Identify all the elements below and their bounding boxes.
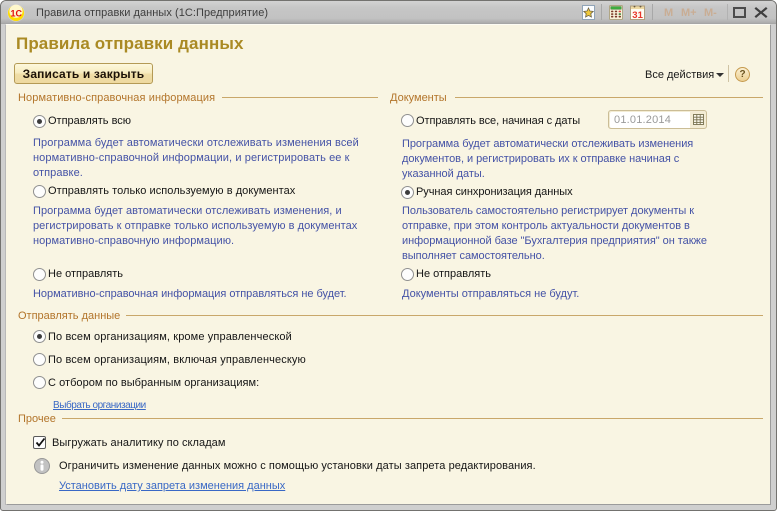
svg-text:1С: 1С [10, 8, 22, 18]
svg-text:31: 31 [632, 10, 643, 20]
